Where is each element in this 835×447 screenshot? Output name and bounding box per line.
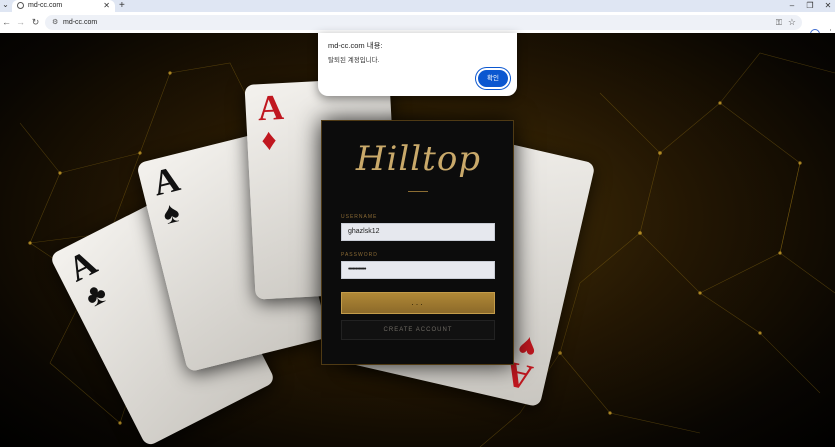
password-key-icon[interactable]: ⚿ [776, 17, 782, 28]
login-button[interactable]: ... [341, 292, 495, 314]
forward-arrow-icon[interactable]: → [15, 17, 26, 28]
tab-active[interactable]: md-cc.com ✕ [12, 0, 115, 12]
tab-strip: ⌄ md-cc.com ✕ + – ❐ ✕ [0, 0, 835, 12]
restore-button[interactable]: ❐ [805, 0, 815, 11]
heart-suit-icon: ♥ [515, 328, 541, 365]
minimize-button[interactable]: – [787, 0, 797, 11]
logo-divider [408, 191, 428, 192]
password-input[interactable]: •••••••••••• [341, 261, 495, 279]
back-arrow-icon[interactable]: ← [1, 17, 12, 28]
address-url[interactable]: md-cc.com [63, 17, 97, 28]
diamond-suit-icon: ♦ [260, 123, 278, 158]
username-label: USERNAME [341, 214, 378, 220]
site-info-icon[interactable]: ⚙ [52, 18, 58, 27]
login-panel: Hilltop USERNAME ghazlsk12 PASSWORD ••••… [321, 120, 514, 365]
dialog-title: md-cc.com 내용: [328, 41, 383, 50]
username-input[interactable]: ghazlsk12 [341, 223, 495, 241]
tab-title: md-cc.com [28, 2, 63, 9]
spade-suit-icon: ♠ [159, 195, 183, 232]
password-label: PASSWORD [341, 252, 378, 258]
card-rank: A [256, 86, 285, 129]
address-bar[interactable]: ⚙ md-cc.com ⚿ ☆ [45, 15, 802, 30]
hilltop-logo: Hilltop [355, 139, 482, 179]
browser-toolbar: ← → ↻ ⚙ md-cc.com ⚿ ☆ ⋮ [0, 12, 835, 39]
card-rank: A [148, 158, 184, 204]
dialog-message: 탈퇴된 계정입니다. [328, 57, 380, 64]
window-close-button[interactable]: ✕ [823, 0, 833, 11]
bookmark-star-icon[interactable]: ☆ [788, 17, 796, 28]
dialog-ok-button[interactable]: 확인 [478, 70, 508, 87]
create-account-button[interactable]: CREATE ACCOUNT [341, 320, 495, 340]
reload-icon[interactable]: ↻ [30, 17, 41, 28]
tab-search-icon[interactable]: ⌄ [1, 0, 10, 11]
new-tab-button[interactable]: + [119, 0, 125, 11]
tab-close-icon[interactable]: ✕ [103, 0, 110, 11]
club-suit-icon: ♣ [79, 275, 113, 315]
site-favicon-icon [17, 2, 24, 9]
